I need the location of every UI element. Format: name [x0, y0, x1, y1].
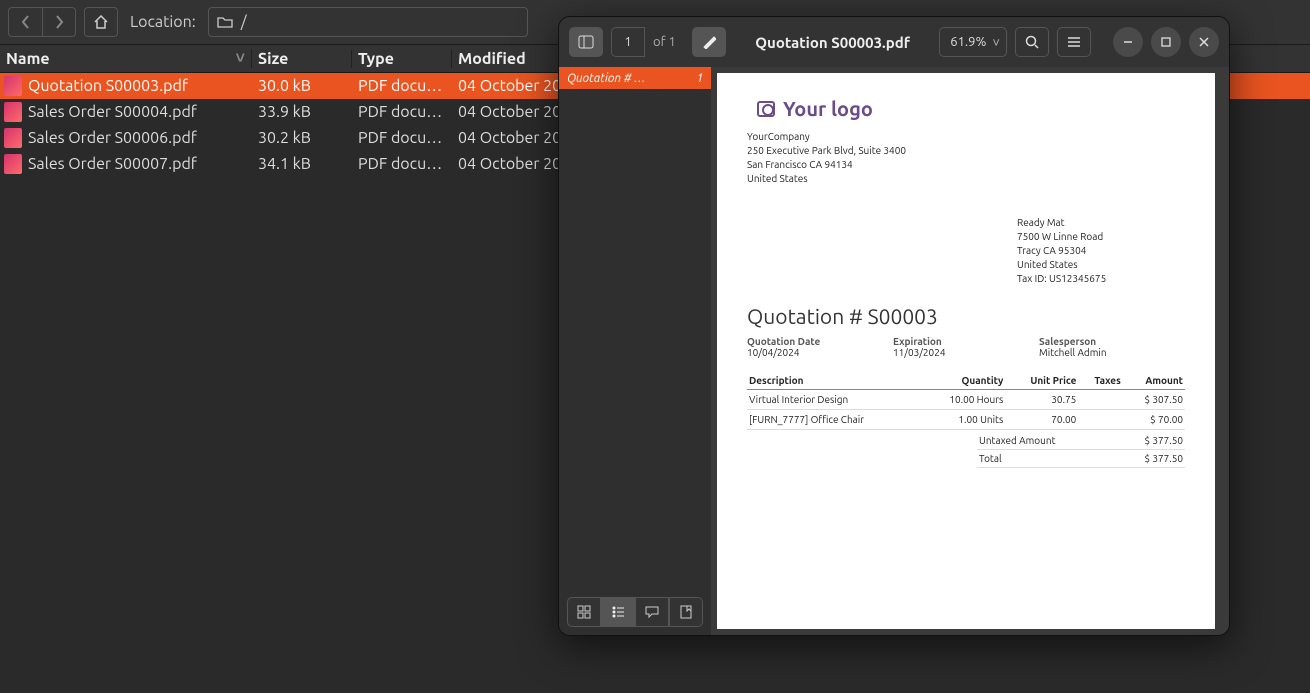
document-title: Quotation S00003.pdf [734, 34, 931, 51]
document-meta: Quotation Date10/04/2024 Expiration11/03… [747, 336, 1185, 358]
annotations-mode-button[interactable] [635, 597, 669, 627]
line-items-table: Description Quantity Unit Price Taxes Am… [747, 372, 1185, 430]
totals: Untaxed Amount$ 377.50 Total$ 377.50 [747, 432, 1185, 468]
page-number-input[interactable]: 1 [611, 27, 645, 57]
forward-button[interactable] [42, 7, 76, 37]
back-button[interactable] [8, 7, 42, 37]
search-button[interactable] [1015, 27, 1049, 57]
location-input[interactable]: / [208, 7, 528, 37]
outline-mode-button[interactable] [601, 597, 635, 627]
close-button[interactable] [1189, 27, 1219, 57]
minimize-button[interactable] [1113, 27, 1143, 57]
pdf-viewer-window: 1 of 1 Quotation S00003.pdf 61.9% ˅ Quota… [558, 16, 1230, 636]
col-header-type[interactable]: Type [352, 50, 452, 68]
zoom-value: 61.9% [950, 35, 986, 49]
menu-button[interactable] [1057, 27, 1091, 57]
toggle-sidebar-button[interactable] [569, 27, 603, 57]
line-item: [FURN_7777] Office Chair1.00 Units70.00$… [747, 410, 1185, 430]
bookmarks-mode-button[interactable] [669, 597, 703, 627]
company-address: YourCompany 250 Executive Park Blvd, Sui… [747, 130, 1185, 186]
outline-entry[interactable]: Quotation # … 1 [559, 67, 711, 89]
outline-label: Quotation # … [567, 72, 645, 85]
sort-icon: ˅ [236, 49, 251, 68]
viewer-titlebar: 1 of 1 Quotation S00003.pdf 61.9% ˅ [559, 17, 1229, 67]
col-header-name[interactable]: Name˅ [0, 49, 252, 68]
home-button[interactable] [84, 7, 118, 37]
logo-text: Your logo [783, 97, 873, 120]
pdf-file-icon [4, 154, 22, 174]
viewer-sidebar: Quotation # … 1 [559, 67, 711, 635]
company-logo: Your logo [757, 97, 1185, 120]
page-count-label: of 1 [645, 27, 684, 57]
pdf-file-icon [4, 102, 22, 122]
outline-page: 1 [696, 72, 703, 85]
page-viewport[interactable]: Your logo YourCompany 250 Executive Park… [711, 67, 1229, 635]
sidebar-mode-switch [567, 597, 703, 627]
line-item: Virtual Interior Design10.00 Hours30.75$… [747, 390, 1185, 410]
customer-address: Ready Mat 7500 W Linne Road Tracy CA 953… [1017, 216, 1185, 286]
thumbnails-mode-button[interactable] [567, 597, 601, 627]
location-label: Location: [126, 13, 200, 31]
pdf-page: Your logo YourCompany 250 Executive Park… [717, 73, 1215, 629]
col-header-size[interactable]: Size [252, 50, 352, 68]
chevron-down-icon: ˅ [992, 35, 1000, 50]
camera-icon [757, 101, 775, 117]
zoom-selector[interactable]: 61.9% ˅ [939, 27, 1007, 57]
pdf-file-icon [4, 128, 22, 148]
maximize-button[interactable] [1151, 27, 1181, 57]
folder-icon [217, 15, 233, 29]
document-heading: Quotation # S00003 [747, 304, 1185, 328]
location-path: / [241, 13, 247, 31]
pdf-file-icon [4, 76, 22, 96]
annotate-button[interactable] [692, 27, 726, 57]
